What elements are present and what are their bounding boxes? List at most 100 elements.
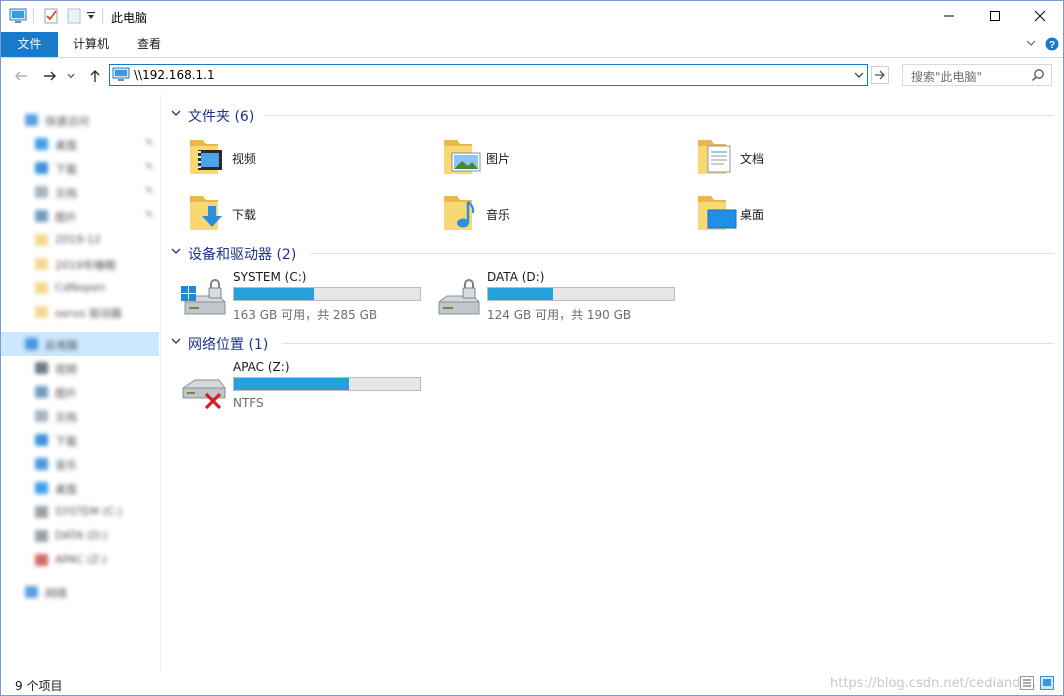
sidebar-item[interactable]: 文档	[1, 404, 159, 428]
properties-icon[interactable]	[42, 7, 60, 25]
pin-icon: ✎	[145, 162, 154, 173]
group-divider	[282, 343, 1054, 344]
sidebar-item-label: DATA (D:)	[55, 529, 108, 542]
drive-usage-bar	[233, 287, 421, 301]
sidebar-item-label: 音乐	[55, 459, 77, 472]
minimize-button[interactable]	[926, 1, 972, 31]
sidebar-item[interactable]: 网络	[1, 580, 159, 604]
address-bar[interactable]: \\192.168.1.1	[109, 64, 868, 86]
search-placeholder: 搜索"此电脑"	[911, 70, 983, 84]
sidebar-item[interactable]: 桌面 ✎	[1, 132, 159, 156]
sidebar-item-content: 下载 ✎	[1, 156, 159, 180]
group-header-folders[interactable]: 文件夹 (6)	[168, 104, 1058, 126]
sidebar-item[interactable]: 桌面	[1, 476, 159, 500]
sidebar-item[interactable]: servo 驱动器	[1, 300, 159, 324]
star-icon	[25, 114, 38, 126]
group-header-drives[interactable]: 设备和驱动器 (2)	[168, 242, 1058, 264]
music-icon	[35, 458, 48, 470]
video-icon	[35, 362, 48, 374]
sidebar-item-label: 2019年睡眠	[55, 259, 116, 272]
drive-usage-bar	[233, 377, 421, 391]
tab-view[interactable]: 查看	[125, 32, 173, 57]
drive-usage-bar	[487, 287, 675, 301]
tab-file[interactable]: 文件	[1, 32, 58, 57]
computer-icon[interactable]	[9, 7, 27, 25]
group-divider	[310, 253, 1054, 254]
sidebar-item-label: CdNopen	[55, 281, 106, 294]
sidebar-item-content: APAC (Z:)	[1, 548, 159, 572]
explorer-window: 此电脑 文件 计算机 查看 ? \\192.168.1.1 搜索"此电脑" 快速…	[0, 0, 1064, 696]
sidebar-item-content: 快速访问	[1, 108, 159, 132]
drive-icon	[35, 506, 48, 518]
sidebar-item[interactable]: DATA (D:)	[1, 524, 159, 548]
computer-icon	[112, 67, 130, 86]
folder-name: 图片	[486, 152, 511, 166]
folder-item[interactable]: 视频	[186, 134, 426, 186]
folder-item[interactable]: 下载	[186, 190, 426, 242]
folder-item[interactable]: 音乐	[440, 190, 680, 242]
large-icons-view-icon[interactable]	[1040, 676, 1054, 690]
drive-item[interactable]: SYSTEM (C:) 163 GB 可用，共 285 GB	[179, 270, 439, 326]
folder-item[interactable]: 图片	[440, 134, 680, 186]
sidebar-item-label: 桌面	[55, 139, 77, 152]
sidebar-item-label: servo 驱动器	[55, 307, 122, 320]
drive-item[interactable]: DATA (D:) 124 GB 可用，共 190 GB	[433, 270, 693, 326]
sidebar-item-content: 2019年睡眠	[1, 252, 159, 276]
chevron-down-icon[interactable]	[170, 335, 182, 350]
back-button[interactable]	[11, 67, 31, 85]
back-arrow-icon	[15, 71, 27, 81]
customize-quick-access-icon[interactable]	[85, 10, 103, 28]
search-input[interactable]: 搜索"此电脑"	[902, 64, 1052, 86]
sidebar-item[interactable]: 文档 ✎	[1, 180, 159, 204]
sidebar-item[interactable]: 此电脑	[1, 332, 159, 356]
sidebar-item[interactable]: 图片 ✎	[1, 204, 159, 228]
folder-item[interactable]: 桌面	[694, 190, 934, 242]
new-folder-icon[interactable]	[65, 7, 83, 25]
maximize-button[interactable]	[972, 1, 1018, 31]
sidebar-item-content: 下载	[1, 428, 159, 452]
network-drive-item[interactable]: APAC (Z:) NTFS	[179, 360, 439, 416]
sidebar-item-label: 2019-12	[55, 233, 101, 246]
go-button[interactable]	[871, 66, 889, 84]
folder-item[interactable]: 文档	[694, 134, 934, 186]
forward-button[interactable]	[40, 67, 60, 85]
sidebar-item[interactable]: 2019-12	[1, 228, 159, 252]
sidebar-item[interactable]: CdNopen	[1, 276, 159, 300]
close-button[interactable]	[1017, 1, 1063, 31]
drive-icon	[35, 530, 48, 542]
folder-icon	[35, 258, 48, 270]
up-button[interactable]	[85, 67, 105, 85]
windows-drive-icon	[179, 276, 229, 325]
sidebar-item[interactable]: 视频	[1, 356, 159, 380]
drive-usage-fill	[234, 378, 349, 390]
sidebar-item-content: 桌面	[1, 476, 159, 500]
pin-icon: ✎	[145, 210, 154, 221]
sidebar-item[interactable]: APAC (Z:)	[1, 548, 159, 572]
sidebar-item-content: 文档	[1, 404, 159, 428]
content-pane: 文件夹 (6) 视频 图片 文档下载 音乐 桌面 设备和驱动器 (2) SYSTEM (…	[162, 94, 1062, 672]
sidebar-item[interactable]: 图片	[1, 380, 159, 404]
sidebar-item[interactable]: SYSTEM (C:)	[1, 500, 159, 524]
group-header-network[interactable]: 网络位置 (1)	[168, 332, 1058, 354]
address-path[interactable]: \\192.168.1.1	[134, 68, 215, 82]
search-icon[interactable]	[1031, 68, 1045, 85]
recent-locations-button[interactable]	[65, 67, 77, 85]
expand-ribbon-icon[interactable]	[1025, 37, 1037, 52]
sidebar-item[interactable]: 音乐	[1, 452, 159, 476]
sidebar-item[interactable]: 下载	[1, 428, 159, 452]
drive-name: APAC (Z:)	[233, 360, 290, 374]
group-title-network: 网络位置 (1)	[188, 337, 269, 353]
sidebar-item[interactable]: 下载 ✎	[1, 156, 159, 180]
tab-computer[interactable]: 计算机	[63, 32, 119, 57]
address-history-dropdown[interactable]	[854, 69, 864, 83]
navigation-bar: \\192.168.1.1 搜索"此电脑"	[1, 58, 1063, 94]
chevron-down-icon[interactable]	[170, 245, 182, 260]
folder-documents-icon	[694, 134, 740, 181]
details-view-icon[interactable]	[1020, 676, 1034, 690]
help-icon[interactable]: ?	[1045, 37, 1059, 54]
pictures-icon	[35, 210, 48, 222]
sidebar-item[interactable]: 2019年睡眠	[1, 252, 159, 276]
sidebar-item-label: 图片	[55, 211, 77, 224]
chevron-down-icon[interactable]	[170, 107, 182, 122]
sidebar-item[interactable]: 快速访问	[1, 108, 159, 132]
